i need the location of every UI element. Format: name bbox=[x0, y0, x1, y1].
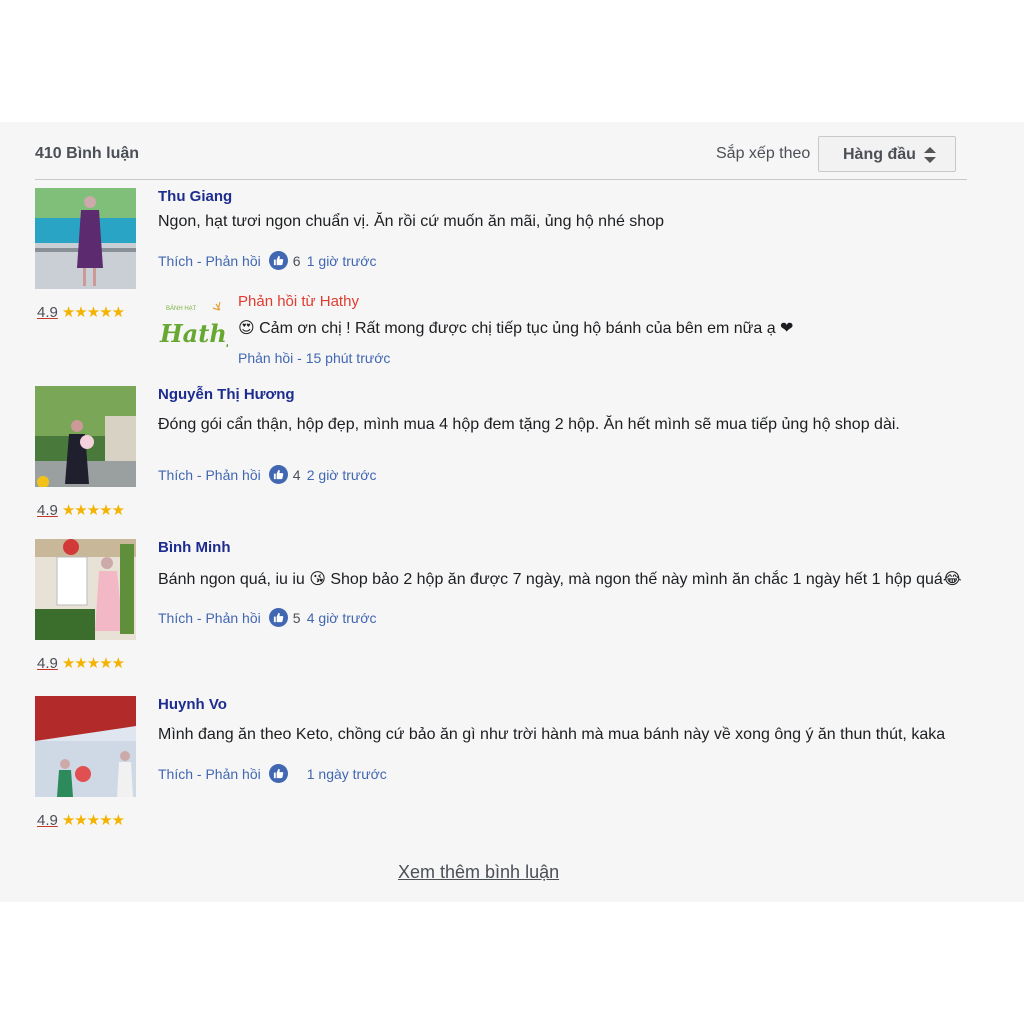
rating: 4.9 ★★★★★ bbox=[37, 654, 125, 673]
like-reply-links[interactable]: Thích - Phản hồi bbox=[158, 467, 261, 483]
sort-value: Hàng đầu bbox=[843, 146, 916, 163]
like-count: 4 bbox=[292, 466, 301, 483]
rating-stars-icon: ★★★★★ bbox=[61, 812, 125, 829]
svg-text:BÁNH HẠT: BÁNH HẠT bbox=[166, 305, 197, 312]
thumbs-up-icon bbox=[268, 764, 288, 783]
comments-panel bbox=[0, 122, 1024, 902]
thumbs-up-icon bbox=[268, 251, 288, 270]
svg-text:Hathy: Hathy bbox=[159, 319, 228, 348]
rating: 4.9 ★★★★★ bbox=[37, 501, 125, 520]
sort-label: Sắp xếp theo bbox=[716, 145, 811, 162]
comment-actions: Thích - Phản hồi 5 4 giờ trước bbox=[158, 608, 376, 627]
rating-stars-icon: ★★★★★ bbox=[61, 304, 125, 321]
reply-meta[interactable]: Phản hồi - 15 phút trước bbox=[238, 350, 390, 366]
thumbs-up-icon bbox=[268, 608, 288, 627]
comment-text: Bánh ngon quá, iu iu 😘 Shop bảo 2 hộp ăn… bbox=[158, 571, 962, 588]
load-more-link[interactable]: Xem thêm bình luận bbox=[398, 862, 559, 883]
rating-value: 4.9 bbox=[37, 303, 58, 321]
comment-time: 1 ngày trước bbox=[306, 765, 387, 782]
like-reply-links[interactable]: Thích - Phản hồi bbox=[158, 766, 261, 782]
like-count: 6 bbox=[292, 252, 301, 269]
rating: 4.9 ★★★★★ bbox=[37, 303, 125, 322]
avatar bbox=[35, 386, 136, 487]
reply-text: 😍 Cảm ơn chị ! Rất mong được chị tiếp tụ… bbox=[238, 320, 794, 337]
commenter-name[interactable]: Bình Minh bbox=[158, 539, 230, 556]
rating-stars-icon: ★★★★★ bbox=[61, 655, 125, 672]
comment-time: 1 giờ trước bbox=[306, 252, 377, 269]
like-count: 5 bbox=[292, 609, 301, 626]
comment-actions: Thích - Phản hồi 4 2 giờ trước bbox=[158, 465, 376, 484]
rating-stars-icon: ★★★★★ bbox=[61, 502, 125, 519]
rating-value: 4.9 bbox=[37, 501, 58, 519]
sort-select[interactable]: Hàng đầu bbox=[818, 136, 956, 172]
rating-value: 4.9 bbox=[37, 811, 58, 829]
commenter-name[interactable]: Nguyễn Thị Hương bbox=[158, 386, 295, 403]
comment-actions: Thích - Phản hồi 1 ngày trước bbox=[158, 764, 387, 783]
rating-value: 4.9 bbox=[37, 654, 58, 672]
commenter-name[interactable]: Huynh Vo bbox=[158, 696, 227, 713]
comment-text: Đóng gói cẩn thận, hộp đẹp, mình mua 4 h… bbox=[158, 416, 900, 433]
thumbs-up-icon bbox=[268, 465, 288, 484]
commenter-name[interactable]: Thu Giang bbox=[158, 188, 232, 205]
avatar bbox=[35, 539, 136, 640]
header-divider bbox=[35, 179, 967, 180]
comment-time: 2 giờ trước bbox=[306, 466, 377, 483]
comment-time: 4 giờ trước bbox=[306, 609, 377, 626]
comment-text: Mình đang ăn theo Keto, chồng cứ bảo ăn … bbox=[158, 726, 946, 743]
comment-actions: Thích - Phản hồi 6 1 giờ trước bbox=[158, 251, 376, 270]
avatar bbox=[35, 696, 136, 797]
reply-author: Phản hồi từ Hathy bbox=[238, 293, 359, 310]
avatar bbox=[35, 188, 136, 289]
rating: 4.9 ★★★★★ bbox=[37, 811, 125, 830]
sort-arrows-icon bbox=[924, 147, 936, 163]
comment-count: 410 Bình luận bbox=[35, 145, 140, 162]
like-reply-links[interactable]: Thích - Phản hồi bbox=[158, 253, 261, 269]
hathy-logo: BÁNH HẠT Hathy bbox=[158, 300, 243, 352]
comment-text: Ngon, hạt tươi ngon chuẩn vị. Ăn rồi cứ … bbox=[158, 213, 664, 230]
like-reply-links[interactable]: Thích - Phản hồi bbox=[158, 610, 261, 626]
